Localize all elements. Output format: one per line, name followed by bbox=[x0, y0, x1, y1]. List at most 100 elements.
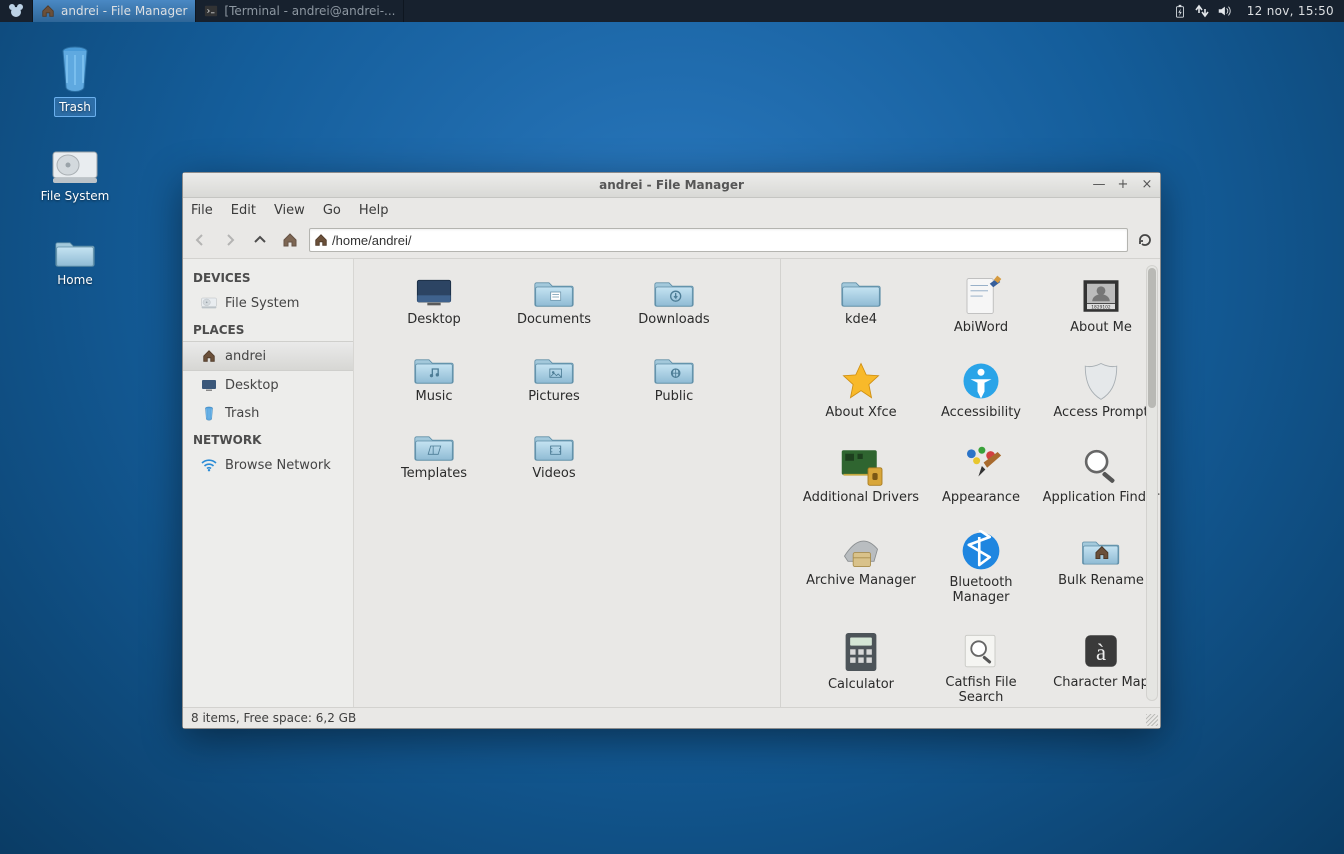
bulkrename-icon bbox=[1080, 530, 1122, 570]
forward-button[interactable] bbox=[219, 229, 241, 251]
wifi-icon bbox=[201, 457, 217, 473]
folder-vid-icon bbox=[534, 429, 574, 463]
sidebar-item-trash[interactable]: Trash bbox=[183, 399, 353, 427]
sidebar-item-browse-network[interactable]: Browse Network bbox=[183, 451, 353, 479]
resize-grip[interactable] bbox=[1146, 714, 1158, 726]
file-item[interactable]: Desktop bbox=[374, 275, 494, 328]
desktop-home-label: Home bbox=[57, 273, 92, 287]
file-item[interactable]: Calculator bbox=[801, 630, 921, 706]
folder-pic-icon bbox=[534, 352, 574, 386]
file-item-label: Downloads bbox=[638, 313, 709, 328]
menu-file[interactable]: File bbox=[191, 203, 213, 218]
file-item[interactable]: AbiWord bbox=[921, 275, 1041, 336]
home-button[interactable] bbox=[279, 229, 301, 251]
file-item-label: Bulk Rename bbox=[1058, 574, 1144, 589]
file-item-label: Calculator bbox=[828, 678, 894, 693]
scrollbar[interactable] bbox=[1146, 265, 1158, 701]
minimize-button[interactable]: — bbox=[1092, 177, 1106, 191]
file-item[interactable]: Character Map bbox=[1041, 630, 1160, 706]
file-item[interactable]: Documents bbox=[494, 275, 614, 328]
maximize-button[interactable]: + bbox=[1116, 177, 1130, 191]
file-item[interactable]: Additional Drivers bbox=[801, 445, 921, 506]
folder-icon bbox=[55, 235, 95, 269]
file-item-label: Additional Drivers bbox=[803, 491, 919, 506]
app-menu-button[interactable] bbox=[0, 0, 33, 22]
file-item[interactable]: 1829102About Me bbox=[1041, 275, 1160, 336]
xfce-mouse-icon bbox=[8, 3, 24, 19]
catfish-icon bbox=[960, 630, 1002, 672]
file-item[interactable]: Videos bbox=[494, 429, 614, 482]
file-item[interactable]: Application Finder bbox=[1041, 445, 1160, 506]
statusbar: 8 items, Free space: 6,2 GB bbox=[183, 707, 1160, 728]
task-terminal-label: [Terminal - andrei@andrei-... bbox=[224, 4, 395, 18]
network-icon[interactable] bbox=[1195, 4, 1209, 18]
menu-view[interactable]: View bbox=[274, 203, 305, 218]
top-panel: andrei - File Manager [Terminal - andrei… bbox=[0, 0, 1344, 22]
sidebar-item-label: Browse Network bbox=[225, 458, 331, 473]
menu-go[interactable]: Go bbox=[323, 203, 341, 218]
file-item-label: AbiWord bbox=[954, 321, 1008, 336]
task-terminal[interactable]: [Terminal - andrei@andrei-... bbox=[196, 0, 404, 22]
scroll-thumb[interactable] bbox=[1148, 268, 1156, 408]
desktop-icon bbox=[414, 275, 454, 309]
desktop-home[interactable]: Home bbox=[30, 235, 120, 287]
file-item[interactable]: Public bbox=[614, 352, 734, 405]
file-item-label: Accessibility bbox=[941, 406, 1021, 421]
file-item-label: kde4 bbox=[845, 313, 877, 328]
volume-icon[interactable] bbox=[1217, 4, 1231, 18]
trash-icon bbox=[55, 45, 95, 93]
file-item-label: Access Prompt bbox=[1053, 406, 1148, 421]
clock[interactable]: 12 nov, 15:50 bbox=[1237, 4, 1344, 18]
file-item-label: Videos bbox=[532, 467, 575, 482]
file-item[interactable]: kde4 bbox=[801, 275, 921, 336]
file-item[interactable]: Appearance bbox=[921, 445, 1041, 506]
file-item[interactable]: Downloads bbox=[614, 275, 734, 328]
drivers-icon bbox=[838, 445, 884, 487]
task-file-manager[interactable]: andrei - File Manager bbox=[33, 0, 196, 22]
back-button[interactable] bbox=[189, 229, 211, 251]
file-item[interactable]: Bluetooth Manager bbox=[921, 530, 1041, 606]
pane-apps: kde4 AbiWord 1829102About Me About Xfce Acce… bbox=[781, 259, 1160, 707]
file-item-label: Application Finder bbox=[1043, 491, 1160, 506]
bluetooth-icon bbox=[960, 530, 1002, 572]
file-item[interactable]: Archive Manager bbox=[801, 530, 921, 606]
file-item[interactable]: Music bbox=[374, 352, 494, 405]
file-item-label: Documents bbox=[517, 313, 591, 328]
system-tray bbox=[1167, 4, 1237, 18]
sidebar-item-filesystem[interactable]: File System bbox=[183, 289, 353, 317]
file-item[interactable]: Bulk Rename bbox=[1041, 530, 1160, 606]
window-title: andrei - File Manager bbox=[183, 178, 1160, 192]
path-bar[interactable] bbox=[309, 228, 1128, 252]
desktop-trash[interactable]: Trash bbox=[30, 45, 120, 117]
menu-help[interactable]: Help bbox=[359, 203, 389, 218]
desktop-filesystem-label: File System bbox=[41, 189, 110, 203]
file-item[interactable]: Catfish File Search bbox=[921, 630, 1041, 706]
sidebar-item-home[interactable]: andrei bbox=[183, 341, 353, 371]
file-item-label: Desktop bbox=[407, 313, 461, 328]
file-item[interactable]: Pictures bbox=[494, 352, 614, 405]
menubar: File Edit View Go Help bbox=[183, 198, 1160, 222]
desktop-filesystem[interactable]: File System bbox=[30, 149, 120, 203]
file-item-label: Bluetooth Manager bbox=[921, 576, 1041, 606]
abiword-icon bbox=[960, 275, 1002, 317]
file-item[interactable]: Access Prompt bbox=[1041, 360, 1160, 421]
sidebar-item-desktop[interactable]: Desktop bbox=[183, 371, 353, 399]
appearance-icon bbox=[959, 445, 1003, 487]
parent-button[interactable] bbox=[249, 229, 271, 251]
folder-icon bbox=[841, 275, 881, 309]
archive-icon bbox=[839, 530, 883, 570]
titlebar[interactable]: andrei - File Manager — + × bbox=[183, 173, 1160, 198]
file-item[interactable]: Templates bbox=[374, 429, 494, 482]
pane-home: Desktop Documents Downloads Music PicturesPu… bbox=[354, 259, 781, 707]
close-button[interactable]: × bbox=[1140, 177, 1154, 191]
reload-button[interactable] bbox=[1136, 231, 1154, 249]
file-item[interactable]: Accessibility bbox=[921, 360, 1041, 421]
menu-edit[interactable]: Edit bbox=[231, 203, 256, 218]
home-icon bbox=[41, 4, 55, 18]
folder-tpl-icon bbox=[414, 429, 454, 463]
terminal-icon bbox=[204, 4, 218, 18]
path-input[interactable] bbox=[328, 233, 1123, 248]
file-item-label: Music bbox=[416, 390, 453, 405]
file-item[interactable]: About Xfce bbox=[801, 360, 921, 421]
battery-icon[interactable] bbox=[1173, 4, 1187, 18]
